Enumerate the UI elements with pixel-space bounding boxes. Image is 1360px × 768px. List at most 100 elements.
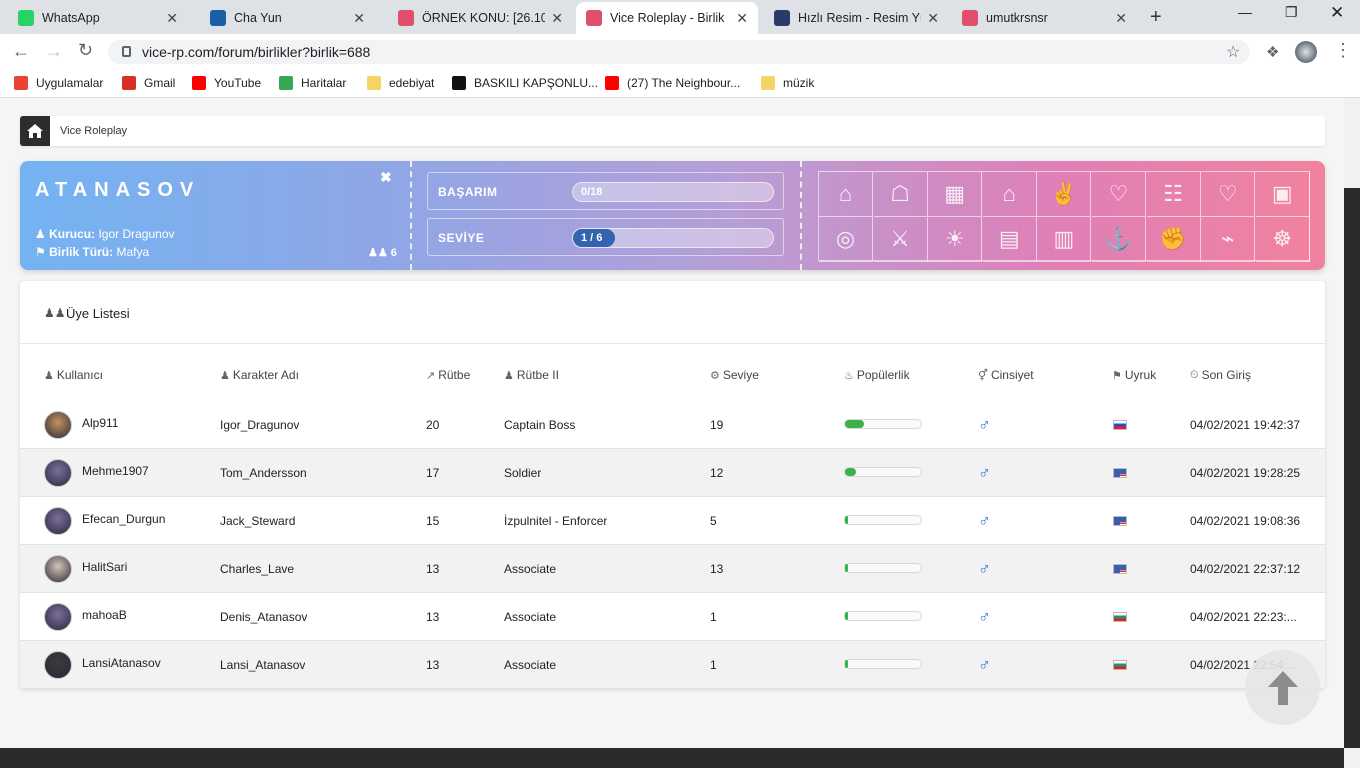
- avatar[interactable]: [44, 555, 72, 583]
- browser-tab[interactable]: umutkrsnsr ✕: [952, 2, 1137, 34]
- column-header[interactable]: ♟ Karakter Adı: [220, 368, 299, 382]
- tab-title: umutkrsnsr: [986, 11, 1048, 25]
- male-icon: ♂: [978, 463, 991, 482]
- back-icon[interactable]: ←: [12, 41, 30, 62]
- profile-avatar[interactable]: [1295, 41, 1317, 63]
- column-header[interactable]: ♨ Popülerlik: [844, 368, 910, 382]
- minimize-button[interactable]: —: [1238, 4, 1252, 20]
- browser-menu-icon[interactable]: ⋮: [1334, 40, 1352, 61]
- bookmark-item[interactable]: edebiyat: [367, 76, 434, 90]
- home-icon[interactable]: [20, 116, 50, 146]
- scrollbar[interactable]: [1344, 98, 1360, 768]
- close-tab-icon[interactable]: ✕: [1115, 10, 1127, 27]
- bookmark-item[interactable]: Haritalar: [279, 76, 346, 90]
- column-header[interactable]: ⚥ Cinsiyet: [978, 368, 1034, 382]
- bookmark-item[interactable]: Uygulamalar: [14, 76, 103, 90]
- column-header[interactable]: ♟ Kullanıcı: [44, 368, 103, 382]
- close-tab-icon[interactable]: ✕: [736, 10, 748, 27]
- cell-level: 12: [710, 466, 724, 480]
- browser-tab[interactable]: Hızlı Resim - Resim Yük ✕: [764, 2, 949, 34]
- column-header[interactable]: ⏲ Son Giriş: [1190, 368, 1251, 382]
- divider: [410, 161, 412, 270]
- table-row[interactable]: mahoaB Denis_Atanasov 13 Associate 1 04/02/20…: [20, 593, 1325, 641]
- forward-icon[interactable]: →: [45, 41, 63, 62]
- cell-user[interactable]: LansiAtanasov: [82, 656, 161, 670]
- close-tab-icon[interactable]: ✕: [353, 10, 365, 27]
- robot-icon: ☸: [1255, 217, 1310, 262]
- extensions-icon[interactable]: ❖: [1266, 43, 1279, 61]
- popularity-bar-fill: [845, 660, 848, 668]
- table-row[interactable]: LansiAtanasov Lansi_Atanasov 13 Associate 1 0…: [20, 641, 1325, 689]
- bookmark-item[interactable]: BASKILI KAPŞONLU...: [452, 76, 598, 90]
- popularity-bar-fill: [845, 420, 864, 428]
- cell-rank2: Captain Boss: [504, 418, 576, 432]
- chart-icon: ↗: [426, 369, 436, 382]
- bookmark-item[interactable]: Gmail: [122, 76, 175, 90]
- new-tab-button[interactable]: +: [1150, 6, 1162, 29]
- bookmark-icon: [279, 76, 293, 90]
- level-bar: 1 / 6: [572, 228, 774, 248]
- restore-button[interactable]: ❐: [1285, 4, 1298, 21]
- scrollbar-thumb[interactable]: [1344, 188, 1360, 748]
- column-header[interactable]: ↗ Rütbe: [426, 368, 470, 382]
- cell-last: 04/02/2021 22:23:...: [1190, 610, 1297, 624]
- breadcrumb-link[interactable]: Vice Roleplay: [60, 125, 127, 137]
- browser-tab[interactable]: WhatsApp ✕: [8, 2, 188, 34]
- bookmark-label: BASKILI KAPŞONLU...: [474, 76, 599, 90]
- cell-level: 5: [710, 514, 717, 528]
- close-window-button[interactable]: ✕: [1330, 3, 1344, 23]
- column-header[interactable]: ⚙ Seviye: [710, 368, 759, 382]
- bookmark-item[interactable]: müzik: [761, 76, 814, 90]
- lock-icon[interactable]: [122, 46, 131, 57]
- close-tab-icon[interactable]: ✕: [927, 10, 939, 27]
- avatar[interactable]: [44, 459, 72, 487]
- table-row[interactable]: Efecan_Durgun Jack_Steward 15 İzpulnitel - …: [20, 497, 1325, 545]
- male-icon: ♂: [978, 559, 991, 578]
- sun-icon: ☀: [928, 217, 983, 262]
- flag-icon: [1113, 660, 1127, 670]
- avatar[interactable]: [44, 411, 72, 439]
- bookmark-item[interactable]: (27) The Neighbour...: [605, 76, 740, 90]
- fist-icon: ✊: [1146, 217, 1201, 262]
- browser-tab[interactable]: Cha Yun ✕: [200, 2, 375, 34]
- browser-tab[interactable]: ÖRNEK KONU: [26.10.2 ✕: [388, 2, 573, 34]
- avatar[interactable]: [44, 507, 72, 535]
- avatar[interactable]: [44, 651, 72, 679]
- avatar[interactable]: [44, 603, 72, 631]
- cell-level: 1: [710, 610, 717, 624]
- cell-user[interactable]: mahoaB: [82, 608, 127, 622]
- close-icon[interactable]: ✖: [380, 169, 392, 186]
- like-icon: ♡: [1092, 172, 1146, 217]
- cell-user[interactable]: Alp911: [82, 416, 118, 430]
- table-icon: ⌂: [819, 172, 873, 217]
- column-header[interactable]: ♟ Rütbe II: [504, 368, 559, 382]
- tab-title: Cha Yun: [234, 11, 282, 25]
- column-header[interactable]: ⚑ Uyruk: [1112, 368, 1156, 382]
- user-icon: ♟: [44, 369, 54, 382]
- address-bar[interactable]: vice-rp.com/forum/birlikler?birlik=688: [108, 40, 1250, 64]
- map-icon: ▤: [982, 217, 1037, 262]
- popularity-bar: [844, 611, 922, 621]
- cell-user[interactable]: HalitSari: [82, 560, 127, 574]
- bookmark-star-icon[interactable]: ☆: [1226, 42, 1240, 62]
- table-row[interactable]: HalitSari Charles_Lave 13 Associate 13 04/02/…: [20, 545, 1325, 593]
- scroll-top-button[interactable]: [1245, 650, 1320, 725]
- close-tab-icon[interactable]: ✕: [551, 10, 563, 27]
- column-label: Seviye: [722, 368, 759, 382]
- browser-tab[interactable]: Vice Roleplay - Birlik ✕: [576, 2, 758, 34]
- reload-icon[interactable]: ↻: [78, 40, 93, 61]
- cell-rank: 17: [426, 466, 440, 480]
- achievement-bar: 0/18: [572, 182, 774, 202]
- table-row[interactable]: Alp911 Igor_Dragunov 20 Captain Boss 19 04/02…: [20, 401, 1325, 449]
- cell-rank2: Associate: [504, 610, 557, 624]
- flag-icon: [1113, 612, 1127, 622]
- bookmark-item[interactable]: YouTube: [192, 76, 261, 90]
- popularity-bar-fill: [845, 468, 857, 476]
- tab-title: ÖRNEK KONU: [26.10.2: [422, 11, 546, 25]
- cell-user[interactable]: Mehme1907: [82, 464, 149, 478]
- table-row[interactable]: Mehme1907 Tom_Andersson 17 Soldier 12 04/02/2…: [20, 449, 1325, 497]
- close-tab-icon[interactable]: ✕: [166, 10, 178, 27]
- flag-icon: [1113, 420, 1127, 430]
- achievement-grid: ⌂ ☖ ▦ ⌂ ✌ ♡ ☷ ♡ ▣ ◎ ⚔ ☀ ▤ ▥ ⚓ ✊ ⌁ ☸: [818, 171, 1310, 262]
- cell-user[interactable]: Efecan_Durgun: [82, 512, 165, 526]
